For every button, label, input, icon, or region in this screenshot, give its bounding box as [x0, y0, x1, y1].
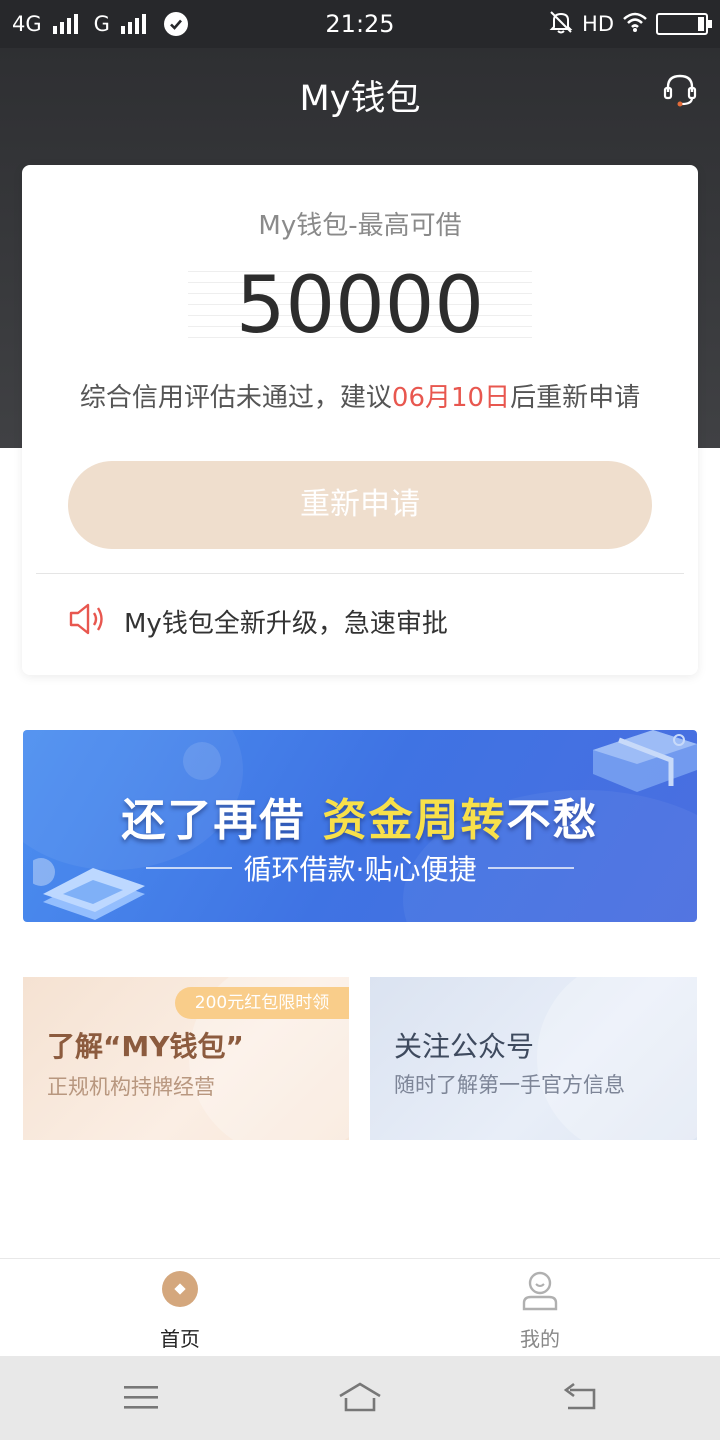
home-icon[interactable] — [336, 1380, 384, 1414]
follow-card-subtitle: 随时了解第一手官方信息 — [394, 1073, 625, 1097]
upgrade-announcement[interactable]: My钱包全新升级，急速审批 — [124, 603, 448, 640]
user-icon — [522, 1271, 558, 1311]
tab-home[interactable]: 首页 — [0, 1259, 360, 1357]
mute-icon — [548, 9, 574, 40]
notice-suffix: 后重新申请 — [510, 383, 641, 413]
banner-line — [145, 867, 232, 869]
banner-line — [488, 867, 575, 869]
banner-subtitle-row: 循环借款·贴心便捷 — [23, 848, 697, 888]
tab-home-label: 首页 — [160, 1327, 200, 1351]
credit-amount: 50000 — [235, 261, 485, 351]
red-packet-badge: 200元红包限时领 — [175, 987, 349, 1019]
hd-label: HD — [582, 12, 614, 36]
follow-account-card[interactable]: 关注公众号 随时了解第一手官方信息 — [370, 977, 697, 1140]
speaker-icon — [68, 602, 108, 636]
credit-notice: 综合信用评估未通过，建议06月10日后重新申请 — [22, 377, 698, 414]
wifi-icon — [622, 11, 648, 38]
banner-subtitle: 循环借款·贴心便捷 — [243, 853, 477, 886]
banner-headline-highlight: 资金周转 — [322, 795, 507, 846]
menu-icon[interactable] — [122, 1380, 162, 1414]
card-decoration — [537, 977, 697, 1140]
banner-headline-part2: 不愁 — [506, 795, 599, 846]
system-nav-bar — [0, 1356, 720, 1440]
home-coin-icon — [162, 1271, 198, 1307]
reapply-button[interactable]: 重新申请 — [68, 461, 652, 549]
limit-label: My钱包-最高可借 — [258, 211, 462, 241]
about-wallet-card[interactable]: 200元红包限时领 了解“MY钱包” 正规机构持牌经营 — [23, 977, 349, 1140]
battery-icon — [656, 13, 712, 35]
follow-card-title: 关注公众号 — [394, 1030, 535, 1063]
promo-banner[interactable]: 还了再借 资金周转不愁 循环借款·贴心便捷 — [23, 730, 697, 922]
notice-prefix: 综合信用评估未通过，建议 — [79, 383, 392, 413]
about-card-title: 了解“MY钱包” — [47, 1030, 244, 1063]
bottom-tab-bar: 首页 我的 — [0, 1258, 720, 1356]
tab-mine[interactable]: 我的 — [360, 1259, 720, 1357]
headset-icon[interactable] — [662, 72, 698, 108]
tab-mine-label: 我的 — [520, 1327, 560, 1351]
about-card-subtitle: 正规机构持牌经营 — [47, 1075, 215, 1099]
banner-headline-part1: 还了再借 — [121, 795, 306, 846]
banner-headline: 还了再借 资金周转不愁 — [23, 784, 697, 848]
back-icon[interactable] — [560, 1380, 600, 1414]
notice-date: 06月10日 — [391, 383, 511, 413]
credit-limit-card: My钱包-最高可借 50000 综合信用评估未通过，建议06月10日后重新申请 … — [22, 165, 698, 675]
divider — [36, 573, 684, 574]
status-bar: 4G G 21:25 HD — [0, 0, 720, 48]
page-title: My钱包 — [299, 79, 421, 119]
status-right: HD — [548, 9, 712, 40]
banner-bubble — [183, 742, 221, 780]
